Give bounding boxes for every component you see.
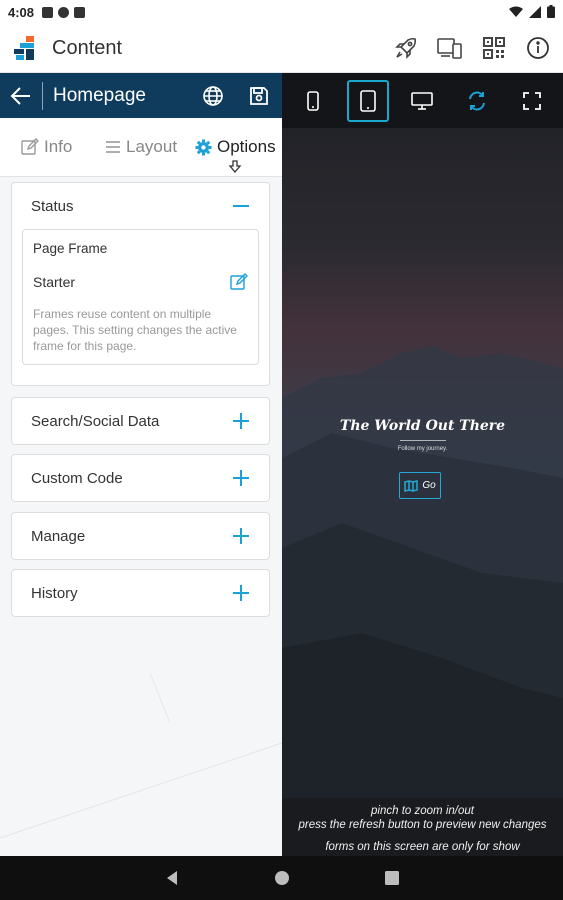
custom-code-header[interactable]: Custom Code xyxy=(12,455,269,501)
editor-tabs: Info Layout Options xyxy=(0,118,282,177)
lines-icon xyxy=(106,141,120,153)
expand-icon[interactable] xyxy=(233,413,249,429)
search-social-section[interactable]: Search/Social Data xyxy=(11,397,270,445)
note-refresh: press the refresh button to preview new … xyxy=(298,819,547,831)
tab-options-label: Options xyxy=(217,137,276,156)
status-section-title: Status xyxy=(31,197,74,215)
expand-icon[interactable] xyxy=(233,528,249,544)
save-icon xyxy=(250,86,268,105)
wifi-icon xyxy=(509,6,523,17)
map-icon xyxy=(404,479,419,492)
phone-view-button[interactable] xyxy=(292,80,334,122)
notification-icons xyxy=(42,6,86,18)
notification-icon xyxy=(58,6,70,18)
history-header[interactable]: History xyxy=(12,570,269,616)
fullscreen-icon xyxy=(522,91,541,110)
qr-code-icon xyxy=(483,37,505,59)
page-title: Homepage xyxy=(53,84,146,106)
arrow-down-icon xyxy=(228,160,242,174)
tablet-icon xyxy=(360,89,376,112)
home-nav-icon[interactable] xyxy=(274,870,290,886)
manage-title: Manage xyxy=(31,527,86,545)
manage-section[interactable]: Manage xyxy=(11,512,270,560)
back-nav-icon[interactable] xyxy=(165,870,179,886)
signal-icon xyxy=(529,5,541,18)
search-social-header[interactable]: Search/Social Data xyxy=(12,398,269,444)
page-header: Homepage xyxy=(0,73,282,118)
hero-go-button[interactable]: Go xyxy=(399,472,441,499)
hero-divider xyxy=(400,440,446,441)
back-button[interactable] xyxy=(0,73,42,118)
preview-notes: pinch to zoom in/out press the refresh b… xyxy=(282,798,563,856)
publish-button[interactable] xyxy=(391,33,421,63)
app-logo xyxy=(14,36,40,60)
tablet-view-button[interactable] xyxy=(346,79,389,122)
globe-icon xyxy=(203,85,223,106)
recents-nav-icon[interactable] xyxy=(384,871,399,885)
rocket-icon xyxy=(395,37,417,59)
language-button[interactable] xyxy=(190,73,236,118)
refresh-preview-button[interactable] xyxy=(456,80,498,122)
custom-code-title: Custom Code xyxy=(31,469,123,487)
devices-button[interactable] xyxy=(435,33,465,63)
info-button[interactable] xyxy=(523,33,553,63)
app-bar: Content xyxy=(0,24,563,73)
expand-icon[interactable] xyxy=(233,470,249,486)
page-frame-card: Page Frame Starter Frames reuse content … xyxy=(22,229,259,365)
edit-icon xyxy=(21,138,39,155)
status-section: Status Page Frame Starter Frames reuse c… xyxy=(11,182,270,386)
qr-code-button[interactable] xyxy=(479,33,509,63)
refresh-icon xyxy=(469,91,486,110)
editor-panel: Homepage Info Layout Options Status Page xyxy=(0,73,282,856)
sd-card-icon xyxy=(74,6,86,18)
page-frame-description: Frames reuse content on multiple pages. … xyxy=(33,307,237,353)
app-title: Content xyxy=(52,36,123,59)
devices-icon xyxy=(437,38,462,59)
tab-layout[interactable]: Layout xyxy=(105,137,177,157)
save-button[interactable] xyxy=(236,73,282,118)
tab-layout-label: Layout xyxy=(126,137,178,156)
search-social-title: Search/Social Data xyxy=(31,412,160,430)
fullscreen-button[interactable] xyxy=(511,80,553,122)
monitor-icon xyxy=(411,91,434,110)
preview-panel: The World Out There Follow my journey. G… xyxy=(282,73,563,856)
tab-info[interactable]: Info xyxy=(21,137,72,157)
header-divider xyxy=(42,81,43,110)
tab-options[interactable]: Options xyxy=(195,137,276,157)
history-title: History xyxy=(31,584,78,602)
note-zoom: pinch to zoom in/out xyxy=(371,805,474,817)
edit-frame-icon[interactable] xyxy=(230,273,248,291)
page-frame-label: Page Frame xyxy=(33,241,108,256)
preview-toolbar xyxy=(282,73,563,128)
hero-subtitle: Follow my journey. xyxy=(397,446,448,452)
site-preview: The World Out There Follow my journey. G… xyxy=(282,128,563,798)
hero-title: The World Out There xyxy=(339,418,506,434)
phone-icon xyxy=(307,90,320,111)
page-frame-value: Starter xyxy=(33,274,76,290)
battery-icon xyxy=(547,5,555,18)
status-section-header[interactable]: Status xyxy=(12,183,269,229)
status-bar: 4:08 xyxy=(0,0,563,24)
mountain-background xyxy=(282,346,563,798)
expand-icon[interactable] xyxy=(233,585,249,601)
notification-icon xyxy=(42,6,54,18)
system-icons xyxy=(509,5,555,18)
status-time: 4:08 xyxy=(8,4,35,20)
desktop-view-button[interactable] xyxy=(401,80,443,122)
arrow-left-icon xyxy=(10,86,30,105)
tab-info-label: Info xyxy=(44,137,73,156)
info-icon xyxy=(527,37,549,59)
gear-icon xyxy=(195,139,212,155)
collapse-icon[interactable] xyxy=(233,205,249,207)
note-forms: forms on this screen are only for show xyxy=(325,841,520,853)
background-decoration xyxy=(0,673,282,839)
custom-code-section[interactable]: Custom Code xyxy=(11,454,270,502)
hero-go-label: Go xyxy=(422,480,436,491)
system-nav-bar xyxy=(0,856,563,900)
manage-header[interactable]: Manage xyxy=(12,513,269,559)
history-section[interactable]: History xyxy=(11,569,270,617)
